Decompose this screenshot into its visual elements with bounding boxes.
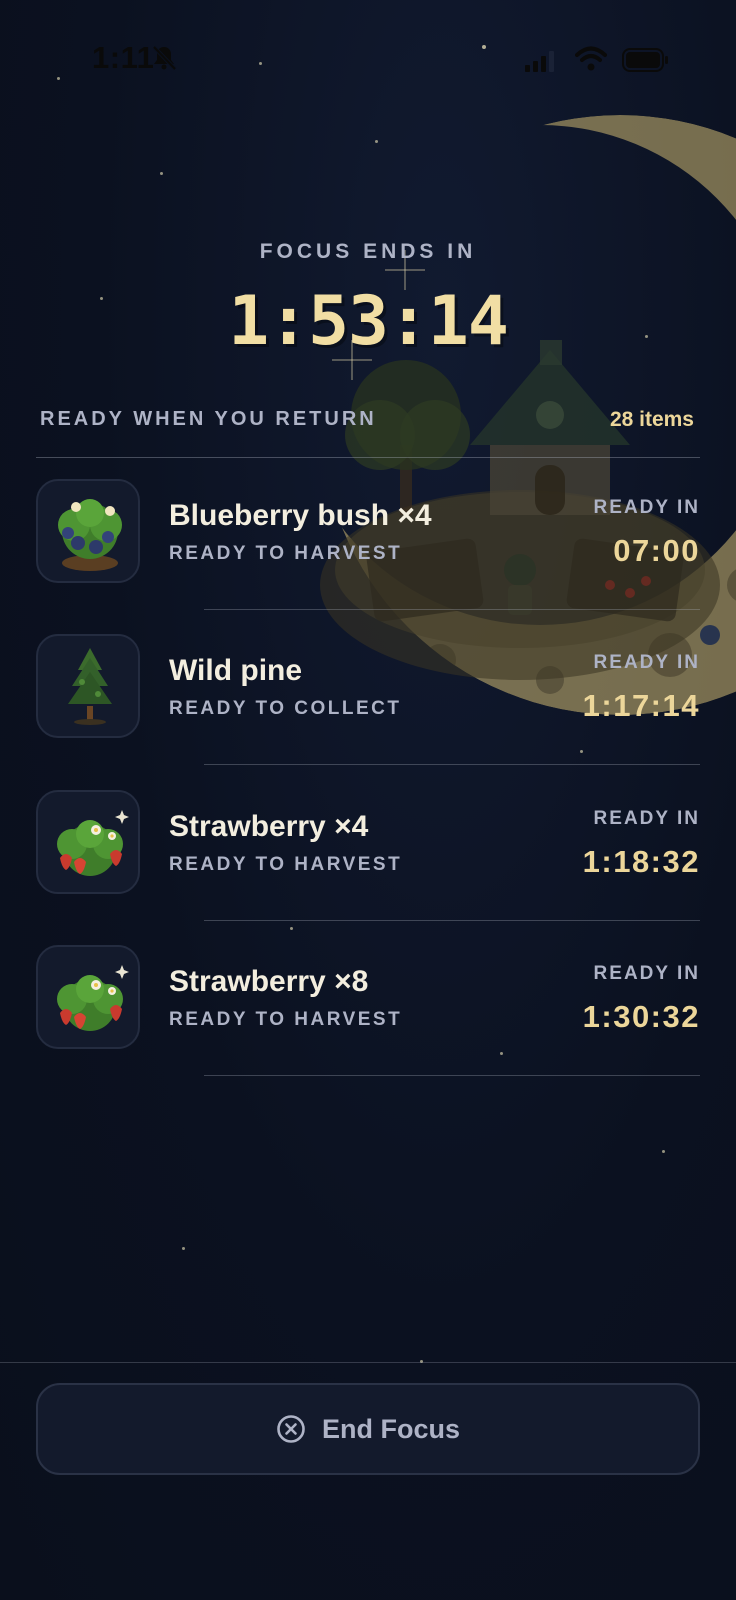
pine-tree-icon bbox=[68, 648, 112, 725]
item-timer: 1:30:32 bbox=[582, 999, 700, 1034]
item-timer: 07:00 bbox=[613, 533, 700, 568]
list-item[interactable]: Strawberry ×4 READY TO HARVEST READY IN … bbox=[36, 766, 700, 922]
item-name: Strawberry ×8 bbox=[169, 965, 369, 998]
status-time: 1:11 bbox=[92, 40, 155, 75]
item-divider bbox=[204, 1075, 700, 1076]
status-bar: 1:11 bbox=[0, 0, 736, 120]
item-status: READY TO HARVEST bbox=[169, 1009, 403, 1030]
item-status: READY TO HARVEST bbox=[169, 854, 403, 875]
item-thumbnail bbox=[36, 790, 140, 894]
item-timer: 1:17:14 bbox=[582, 688, 700, 723]
item-name: Strawberry ×4 bbox=[169, 810, 369, 843]
item-thumbnail bbox=[36, 634, 140, 738]
item-thumbnail bbox=[36, 945, 140, 1049]
item-status: READY TO COLLECT bbox=[169, 698, 402, 719]
item-thumbnail bbox=[36, 479, 140, 583]
bell-slash-icon bbox=[152, 45, 177, 71]
focus-ends-label: FOCUS ENDS IN bbox=[259, 240, 477, 263]
item-divider bbox=[204, 764, 700, 765]
item-name: Blueberry bush ×4 bbox=[169, 499, 432, 532]
focus-screen: 1:11 FOCUS ENDS IN 1:53:14 READY WHEN YO… bbox=[0, 0, 736, 1600]
item-status: READY TO HARVEST bbox=[169, 543, 403, 564]
strawberry-plant-icon bbox=[57, 965, 129, 1031]
ready-in-label: READY IN bbox=[593, 808, 700, 829]
footer-divider bbox=[0, 1362, 736, 1363]
item-timer: 1:18:32 bbox=[582, 844, 700, 879]
list-item[interactable]: Blueberry bush ×4 READY TO HARVEST READY… bbox=[36, 455, 700, 611]
focus-countdown: 1:53:14 bbox=[228, 282, 509, 361]
close-circle-icon bbox=[277, 1415, 305, 1443]
end-focus-button[interactable]: End Focus bbox=[36, 1383, 700, 1475]
ready-in-label: READY IN bbox=[593, 497, 700, 518]
ready-in-label: READY IN bbox=[593, 963, 700, 984]
items-count: 28 items bbox=[609, 408, 694, 431]
signal-icon bbox=[525, 51, 554, 72]
item-name: Wild pine bbox=[169, 654, 303, 687]
ready-in-label: READY IN bbox=[593, 652, 700, 673]
section-title: READY WHEN YOU RETURN bbox=[40, 408, 377, 430]
end-focus-label: End Focus bbox=[321, 1413, 460, 1444]
blueberry-bush-icon bbox=[58, 499, 122, 571]
wifi-icon bbox=[575, 46, 607, 71]
battery-icon bbox=[622, 48, 668, 72]
strawberry-plant-icon bbox=[57, 810, 129, 876]
list-item[interactable]: Wild pine READY TO COLLECT READY IN 1:17… bbox=[36, 610, 700, 766]
list-item[interactable]: Strawberry ×8 READY TO HARVEST READY IN … bbox=[36, 921, 700, 1077]
